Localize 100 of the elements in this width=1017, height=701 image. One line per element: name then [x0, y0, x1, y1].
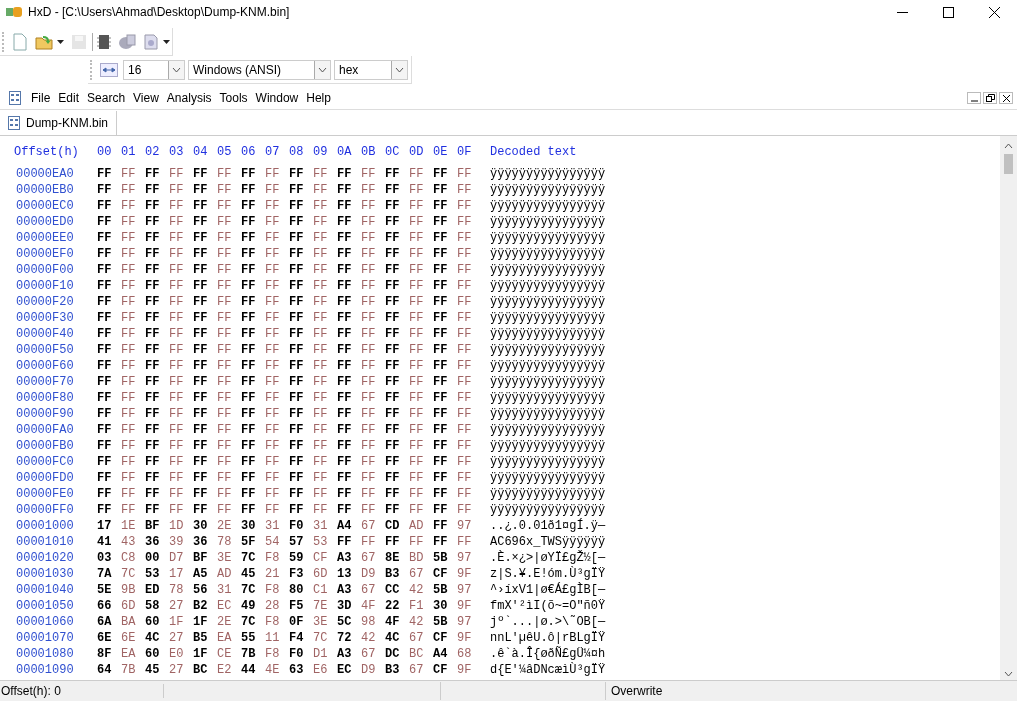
byte-cell-text: FF	[337, 294, 353, 310]
byte-cell-text: FF	[121, 470, 137, 486]
column-header: 0C	[385, 144, 401, 160]
byte-cell-text: CE	[217, 646, 233, 662]
byte-cell-text: CF	[313, 550, 329, 566]
byte-cell-text: FF	[361, 406, 377, 422]
byte-cell-text: FF	[385, 358, 401, 374]
byte-cell-text: E6	[313, 662, 329, 678]
close-button[interactable]	[999, 92, 1013, 104]
byte-cell-text: FF	[433, 454, 449, 470]
byte-cell-text: FF	[265, 374, 281, 390]
byte-cell-text: FF	[409, 230, 425, 246]
offset-cell-text: 00000FB0	[15, 438, 75, 454]
byte-cell-text: FF	[409, 406, 425, 422]
byte-cell-text: FF	[337, 470, 353, 486]
offset-status: Offset(h): 0	[0, 684, 164, 698]
scroll-thumb[interactable]	[1004, 154, 1013, 174]
byte-cell-text: 7C	[121, 566, 137, 582]
byte-cell-text: FF	[97, 310, 113, 326]
byte-cell-text: FF	[457, 230, 473, 246]
offset-cell-text: 00000F40	[15, 326, 75, 342]
menu-item[interactable]: Tools	[215, 91, 252, 105]
menu-item[interactable]: File	[27, 91, 55, 105]
byte-cell-text: FF	[145, 326, 161, 342]
byte-cell-text: FF	[457, 374, 473, 390]
byte-cell-text: F8	[265, 646, 281, 662]
byte-cell-text: 00	[145, 550, 161, 566]
byte-cell-text: 78	[169, 582, 185, 598]
byte-cell-text: FF	[121, 326, 137, 342]
decoded-text: nnL'µêU.ô|rBLgÏŸ	[490, 630, 606, 646]
byte-cell-text: FF	[409, 422, 425, 438]
restore-button[interactable]	[983, 92, 997, 104]
menu-item[interactable]: Analysis	[162, 91, 216, 105]
byte-cell-text: FF	[313, 470, 329, 486]
byte-cell-text: 31	[265, 518, 281, 534]
byte-cell-text: FF	[361, 422, 377, 438]
menu-item[interactable]: Window	[251, 91, 303, 105]
byte-cell-text: FF	[385, 326, 401, 342]
byte-cell-text: FF	[361, 278, 377, 294]
maximize-icon	[942, 6, 954, 18]
byte-cell-text: 30	[193, 518, 209, 534]
byte-cell-text: FF	[97, 374, 113, 390]
bytes-per-row-dropdown[interactable]: 16	[123, 59, 185, 80]
byte-cell-text: FF	[313, 486, 329, 502]
byte-cell-text: 60	[145, 614, 161, 630]
byte-cell-text: FF	[385, 294, 401, 310]
byte-cell-text: 45	[145, 662, 161, 678]
byte-cell-text: FF	[265, 246, 281, 262]
byte-cell-text: FF	[121, 166, 137, 182]
byte-cell-text: FF	[97, 358, 113, 374]
byte-cell-text: FF	[193, 406, 209, 422]
byte-cell-text: FF	[193, 214, 209, 230]
byte-cell-text: FF	[361, 310, 377, 326]
byte-cell-text: 36	[145, 534, 161, 550]
offset-cell-text: 00000F30	[15, 310, 75, 326]
byte-cell-text: FF	[241, 390, 257, 406]
byte-cell-text: FF	[169, 406, 185, 422]
byte-cell-text: 22	[385, 598, 401, 614]
byte-cell-text: FF	[385, 342, 401, 358]
minimize-button[interactable]	[967, 92, 981, 104]
byte-cell-text: FF	[169, 198, 185, 214]
menu-item[interactable]: Edit	[54, 91, 84, 105]
decoded-text: jº`...|ø.>\˜OB[—	[490, 614, 606, 630]
byte-cell-text: 6D	[121, 598, 137, 614]
column-header: 0E	[433, 144, 449, 160]
byte-cell-text: 49	[241, 598, 257, 614]
byte-cell-text: FF	[289, 454, 305, 470]
byte-cell-text: FF	[457, 246, 473, 262]
byte-cell-text: FF	[409, 166, 425, 182]
byte-cell-text: FF	[217, 502, 233, 518]
encoding-dropdown[interactable]: Windows (ANSI)	[188, 59, 331, 80]
byte-cell-text: FF	[265, 182, 281, 198]
byte-cell-text: FF	[361, 294, 377, 310]
decoded-text: ÿÿÿÿÿÿÿÿÿÿÿÿÿÿÿÿ	[490, 246, 606, 262]
column-header: 05	[217, 144, 233, 160]
menu-item[interactable]: Help	[302, 91, 335, 105]
menu-item[interactable]: Search	[83, 91, 130, 105]
byte-cell-text: 56	[193, 582, 209, 598]
byte-cell-text: 3D	[337, 598, 353, 614]
decoded-text: .È.×¿>|øYÏ£gŽ½[—	[490, 550, 606, 566]
byte-cell-text: FF	[457, 470, 473, 486]
byte-cell-text: 67	[409, 662, 425, 678]
byte-cell-text: FF	[193, 310, 209, 326]
byte-cell-text: 1D	[169, 518, 185, 534]
scrollbar[interactable]	[1000, 136, 1017, 680]
offset-cell-text: 00000FA0	[15, 422, 75, 438]
byte-cell-text: 1F	[193, 614, 209, 630]
offset-base-dropdown[interactable]: hex	[334, 59, 408, 80]
byte-cell-text: FF	[457, 166, 473, 182]
byte-cell-text: FF	[313, 374, 329, 390]
byte-cell-text: BF	[193, 550, 209, 566]
byte-cell-text: FF	[121, 246, 137, 262]
byte-cell-text: 98	[361, 614, 377, 630]
byte-cell-text: FF	[217, 166, 233, 182]
byte-cell-text: FF	[385, 166, 401, 182]
offset-cell-text: 00001090	[15, 662, 75, 678]
menu-item[interactable]: View	[129, 91, 163, 105]
byte-cell-text: 67	[361, 582, 377, 598]
decoded-text: ÿÿÿÿÿÿÿÿÿÿÿÿÿÿÿÿ	[490, 422, 606, 438]
byte-cell-text: FF	[193, 246, 209, 262]
